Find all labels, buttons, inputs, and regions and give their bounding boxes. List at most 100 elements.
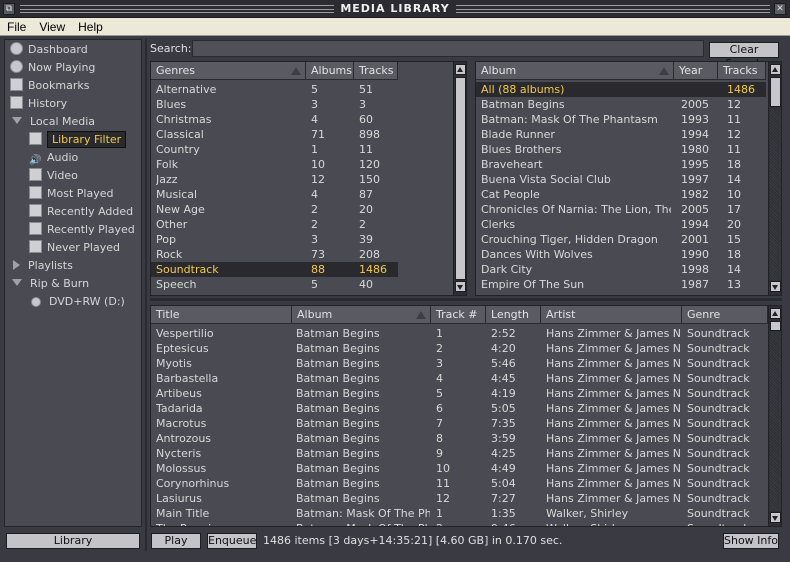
play-button[interactable]: Play (151, 533, 201, 549)
menu-help[interactable]: Help (71, 18, 109, 34)
sidebar-item-video[interactable]: Video (29, 167, 78, 185)
clear-search-button[interactable]: Clear Search (709, 42, 779, 70)
album-row[interactable]: Braveheart 1995 18 (476, 157, 766, 172)
scroll-thumb[interactable] (455, 77, 466, 280)
scroll-down-icon[interactable] (455, 281, 466, 292)
albums-header-tracks[interactable]: Tracks (718, 62, 766, 80)
scroll-up-icon[interactable] (455, 64, 466, 75)
track-row[interactable]: Myotis Batman Begins 3 5:46 Hans Zimmer & Ja… (151, 356, 768, 371)
scroll-track[interactable] (770, 332, 781, 511)
track-row[interactable]: Artibeus Batman Begins 5 4:19 Hans Zimmer & … (151, 386, 768, 401)
album-row[interactable]: Dark City 1998 14 (476, 262, 766, 277)
track-row[interactable]: Corynorhinus Batman Begins 11 5:04 Hans Zimm… (151, 476, 768, 491)
albums-header-album[interactable]: Album (476, 62, 674, 80)
track-row[interactable]: Macrotus Batman Begins 7 7:35 Hans Zimmer & … (151, 416, 768, 431)
track-row[interactable]: The Promise Batman: Mask Of The Ph... 2 9:4… (151, 521, 768, 526)
genre-row[interactable]: Christmas 4 60 (151, 112, 398, 127)
genre-row[interactable]: Musical 4 87 (151, 187, 398, 202)
collapse-arrow-icon[interactable] (12, 279, 22, 286)
scroll-track[interactable] (770, 108, 781, 280)
genre-row[interactable]: Alternative 5 51 (151, 82, 398, 97)
album-row[interactable]: Batman Begins 2005 12 (476, 97, 766, 112)
album-row[interactable]: Chronicles Of Narnia: The Lion, The ... 2… (476, 202, 766, 217)
tracks-header-title[interactable]: Title (151, 306, 292, 324)
sidebar-item-dashboard[interactable]: Dashboard (10, 41, 88, 59)
genre-row[interactable]: Speech 5 40 (151, 277, 398, 292)
horizontal-splitter[interactable] (150, 298, 782, 301)
scroll-thumb[interactable] (770, 321, 781, 331)
album-row[interactable]: Crouching Tiger, Hidden Dragon 2001 15 (476, 232, 766, 247)
scroll-down-icon[interactable] (770, 281, 781, 292)
scroll-thumb[interactable] (770, 77, 781, 107)
expand-arrow-icon[interactable] (13, 260, 20, 270)
track-row[interactable]: Barbastella Batman Begins 4 4:45 Hans Zimmer… (151, 371, 768, 386)
genres-header-albums[interactable]: Albums (306, 62, 354, 80)
genre-row[interactable]: Other 2 2 (151, 217, 398, 232)
track-row[interactable]: Eptesicus Batman Begins 2 4:20 Hans Zimmer &… (151, 341, 768, 356)
track-length: 4:49 (491, 462, 516, 475)
sidebar-item-recently-played[interactable]: Recently Played (29, 221, 135, 239)
album-row[interactable]: Buena Vista Social Club 1997 14 (476, 172, 766, 187)
scroll-up-icon[interactable] (770, 308, 781, 319)
sidebar-item-history[interactable]: History (10, 95, 67, 113)
genres-header-genre[interactable]: Genres (151, 62, 306, 80)
genres-scrollbar[interactable] (453, 62, 466, 295)
track-row[interactable]: Antrozous Batman Begins 8 3:59 Hans Zimmer &… (151, 431, 768, 446)
collapse-arrow-icon[interactable] (12, 117, 22, 124)
album-row[interactable]: Blade Runner 1994 12 (476, 127, 766, 142)
genre-row[interactable]: Classical 71 898 (151, 127, 398, 142)
sidebar-item-rip-burn[interactable]: Rip & Burn (12, 275, 89, 293)
track-row[interactable]: Vespertilio Batman Begins 1 2:52 Hans Zimmer… (151, 326, 768, 341)
album-row[interactable]: Empire Of The Sun 1987 13 (476, 277, 766, 292)
albums-scrollbar[interactable] (768, 62, 781, 295)
genre-row[interactable]: Country 1 11 (151, 142, 398, 157)
tracks-scrollbar[interactable] (768, 306, 781, 526)
sidebar-item-now-playing[interactable]: Now Playing (10, 59, 95, 77)
close-icon[interactable]: ✕ (774, 3, 786, 15)
album-row[interactable]: Batman: Mask Of The Phantasm 1993 11 (476, 112, 766, 127)
tracks-header-track-number[interactable]: Track # (431, 306, 486, 324)
genre-row[interactable]: Pop 3 39 (151, 232, 398, 247)
genre-row[interactable]: Blues 3 3 (151, 97, 398, 112)
albums-header-year[interactable]: Year (674, 62, 718, 80)
scroll-down-icon[interactable] (770, 512, 781, 523)
genre-row[interactable]: New Age 2 20 (151, 202, 398, 217)
genre-row[interactable]: Rock 73 208 (151, 247, 398, 262)
genre-row[interactable]: Jazz 12 150 (151, 172, 398, 187)
sidebar-item-never-played[interactable]: Never Played (29, 239, 120, 257)
sidebar-item-playlists[interactable]: Playlists (13, 257, 73, 275)
tracks-header-length[interactable]: Length (486, 306, 541, 324)
sidebar-item-audio[interactable]: 🔊 Audio (29, 149, 78, 167)
genre-row[interactable]: Folk 10 120 (151, 157, 398, 172)
track-row[interactable]: Molossus Batman Begins 10 4:49 Hans Zimmer &… (151, 461, 768, 476)
sidebar-item-bookmarks[interactable]: Bookmarks (10, 77, 89, 95)
track-row[interactable]: Lasiurus Batman Begins 12 7:27 Hans Zimmer &… (151, 491, 768, 506)
track-row[interactable]: Nycteris Batman Begins 9 4:25 Hans Zimmer & … (151, 446, 768, 461)
vertical-splitter[interactable] (145, 39, 147, 551)
tracks-header-artist[interactable]: Artist (541, 306, 682, 324)
search-input[interactable] (192, 40, 704, 57)
track-row[interactable]: Main Title Batman: Mask Of The Ph... 1 1:35… (151, 506, 768, 521)
album-row[interactable]: Blues Brothers 1980 11 (476, 142, 766, 157)
scroll-up-icon[interactable] (770, 64, 781, 75)
sidebar-item-library-filter[interactable]: Library Filter (29, 131, 127, 149)
genres-header-tracks[interactable]: Tracks (354, 62, 398, 80)
album-row[interactable]: All (88 albums) 1486 (476, 82, 766, 97)
sidebar-item-local-media[interactable]: Local Media (12, 113, 95, 131)
show-info-button[interactable]: Show Info (723, 533, 779, 549)
album-row[interactable]: Dances With Wolves 1990 18 (476, 247, 766, 262)
enqueue-button[interactable]: Enqueue (207, 533, 257, 549)
track-row[interactable]: Tadarida Batman Begins 6 5:05 Hans Zimmer & … (151, 401, 768, 416)
genre-row[interactable]: Soundtrack 88 1486 (151, 262, 398, 277)
sidebar-item-dvd-drive[interactable]: DVD+RW (D:) (31, 293, 125, 311)
sidebar-item-recently-added[interactable]: Recently Added (29, 203, 133, 221)
library-button[interactable]: Library (6, 533, 140, 549)
album-row[interactable]: Cat People 1982 10 (476, 187, 766, 202)
menu-file[interactable]: File (0, 18, 32, 34)
menu-view[interactable]: View (32, 18, 71, 34)
tracks-header-album[interactable]: Album (292, 306, 431, 324)
tracks-header-genre[interactable]: Genre (682, 306, 768, 324)
window-titlebar[interactable]: ⧉ MEDIA LIBRARY ✕ (0, 0, 790, 18)
sidebar-item-most-played[interactable]: Most Played (29, 185, 113, 203)
album-row[interactable]: Clerks 1994 20 (476, 217, 766, 232)
